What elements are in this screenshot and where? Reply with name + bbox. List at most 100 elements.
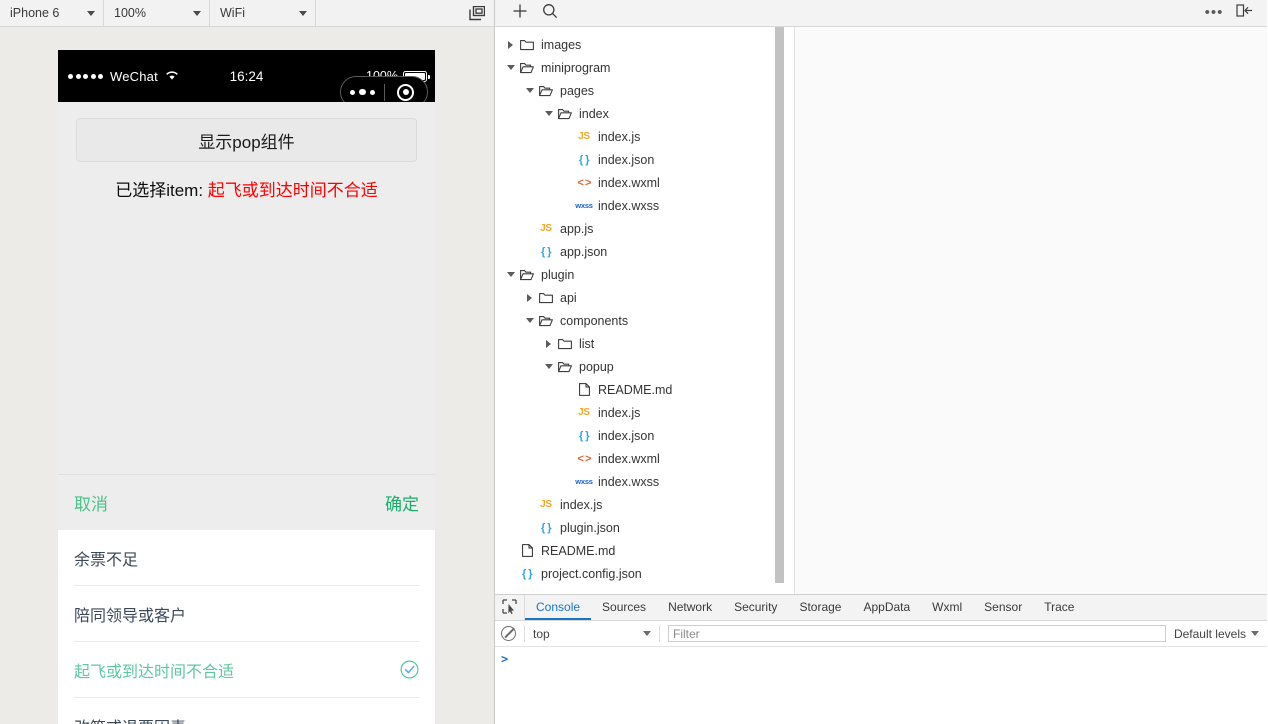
console-tab-security[interactable]: Security bbox=[723, 595, 788, 620]
file-tree-row[interactable]: README.md bbox=[495, 539, 794, 562]
popup-option-item[interactable]: 余票不足 bbox=[74, 530, 419, 586]
search-files-button[interactable] bbox=[535, 0, 565, 26]
file-tree-row[interactable]: { }index.json bbox=[495, 148, 794, 171]
file-tree-row-label: pages bbox=[560, 84, 594, 98]
collapse-panel-button[interactable] bbox=[1229, 0, 1259, 26]
console-output[interactable]: > bbox=[495, 647, 1267, 724]
file-tree-row[interactable]: { }plugin.json bbox=[495, 516, 794, 539]
editor-body: imagesminiprogrampagesindexJSindex.js{ }… bbox=[495, 27, 1267, 594]
console-filter-input[interactable] bbox=[668, 625, 1166, 642]
chevron-down-icon[interactable] bbox=[542, 364, 555, 369]
wifi-icon bbox=[165, 69, 179, 84]
file-tree-row[interactable]: JSindex.js bbox=[495, 401, 794, 424]
file-tree-row[interactable]: wxssindex.wxss bbox=[495, 194, 794, 217]
chevron-down-icon[interactable] bbox=[542, 111, 555, 116]
console-panel: ConsoleSourcesNetworkSecurityStorageAppD… bbox=[495, 594, 1267, 724]
console-tab-sources[interactable]: Sources bbox=[591, 595, 657, 620]
file-tree-row-label: app.js bbox=[560, 222, 593, 236]
folder-icon bbox=[517, 62, 537, 74]
file-tree-row-label: index.json bbox=[598, 153, 654, 167]
file-tree-row[interactable]: JS app.js bbox=[495, 217, 794, 240]
phone-frame: WeChat 16:24 100% bbox=[58, 50, 435, 724]
console-tab-network[interactable]: Network bbox=[657, 595, 723, 620]
file-tree-row[interactable]: { }index.json bbox=[495, 424, 794, 447]
file-tree-row[interactable]: < > index.wxml bbox=[495, 171, 794, 194]
chevron-down-icon[interactable] bbox=[523, 318, 536, 323]
file-tree-row[interactable]: wxssindex.wxss bbox=[495, 470, 794, 493]
popup-confirm-button[interactable]: 确定 bbox=[385, 490, 419, 515]
file-tree-row-label: README.md bbox=[541, 544, 615, 558]
file-tree-scrollbar-thumb[interactable] bbox=[775, 27, 784, 583]
file-tree-row[interactable]: api bbox=[495, 286, 794, 309]
wxml-file-icon: < > bbox=[574, 177, 594, 189]
chevron-right-icon[interactable] bbox=[542, 340, 555, 348]
file-tree-scrollbar-track[interactable] bbox=[779, 27, 789, 594]
popup-option-item[interactable]: 改签或退票因素 bbox=[74, 698, 419, 724]
console-tab-console[interactable]: Console bbox=[525, 595, 591, 620]
more-dots-icon[interactable] bbox=[341, 89, 384, 96]
chevron-down-icon[interactable] bbox=[523, 88, 536, 93]
file-tree-row[interactable]: index bbox=[495, 102, 794, 125]
device-select[interactable]: iPhone 6 bbox=[0, 0, 104, 26]
console-tab-trace[interactable]: Trace bbox=[1033, 595, 1085, 620]
file-tree-row[interactable]: miniprogram bbox=[495, 56, 794, 79]
chevron-down-icon[interactable] bbox=[504, 65, 517, 70]
chevron-right-icon[interactable] bbox=[523, 294, 536, 302]
file-tree-row[interactable]: JSindex.js bbox=[495, 493, 794, 516]
chevron-right-icon[interactable] bbox=[504, 41, 517, 49]
console-levels-select[interactable]: Default levels bbox=[1174, 627, 1259, 641]
file-tree-row[interactable]: < >index.wxml bbox=[495, 447, 794, 470]
file-tree-row[interactable]: README.md bbox=[495, 378, 794, 401]
clear-console-icon[interactable] bbox=[501, 626, 516, 641]
detach-window-button[interactable] bbox=[460, 0, 494, 26]
console-context-select[interactable]: top bbox=[533, 627, 651, 641]
popup-cancel-button[interactable]: 取消 bbox=[74, 490, 108, 515]
console-prompt[interactable]: > bbox=[501, 652, 1267, 666]
chevron-down-icon[interactable] bbox=[504, 272, 517, 277]
popup-option-label: 陪同领导或客户 bbox=[74, 602, 186, 626]
folder-icon bbox=[517, 269, 537, 281]
console-tab-storage[interactable]: Storage bbox=[788, 595, 852, 620]
js-file-icon: JS bbox=[536, 223, 556, 234]
popup-option-item[interactable]: 陪同领导或客户 bbox=[74, 586, 419, 642]
json-file-icon: { } bbox=[517, 568, 537, 580]
check-circle-icon bbox=[400, 660, 419, 679]
console-tab-wxml[interactable]: Wxml bbox=[921, 595, 973, 620]
console-tab-sensor[interactable]: Sensor bbox=[973, 595, 1033, 620]
popup-option-item[interactable]: 起飞或到达时间不合适 bbox=[74, 642, 419, 698]
json-file-icon: { } bbox=[536, 522, 556, 534]
divider bbox=[659, 626, 660, 642]
popup-option-label: 起飞或到达时间不合适 bbox=[74, 658, 234, 682]
file-tree-row-label: index.json bbox=[598, 429, 654, 443]
console-prompt-chevron: > bbox=[501, 652, 508, 666]
inspect-element-button[interactable] bbox=[495, 595, 525, 620]
js-file-icon: JS bbox=[540, 499, 552, 510]
console-tab-appdata[interactable]: AppData bbox=[852, 595, 921, 620]
wxml-file-icon: < > bbox=[578, 453, 591, 465]
file-tree-row[interactable]: { }app.json bbox=[495, 240, 794, 263]
zoom-select[interactable]: 100% bbox=[104, 0, 210, 26]
target-circle-icon[interactable] bbox=[385, 84, 428, 101]
network-select[interactable]: WiFi bbox=[210, 0, 316, 26]
file-tree-row-label: index.wxml bbox=[598, 176, 660, 190]
wxml-file-icon: < > bbox=[574, 453, 594, 465]
add-file-button[interactable] bbox=[505, 0, 535, 26]
simulator-canvas: WeChat 16:24 100% bbox=[0, 27, 494, 724]
file-tree-row[interactable]: { }project.config.json bbox=[495, 562, 794, 585]
detach-window-icon bbox=[469, 6, 485, 21]
file-tree-row[interactable]: components bbox=[495, 309, 794, 332]
file-tree-row[interactable]: list bbox=[495, 332, 794, 355]
file-tree-row[interactable]: pages bbox=[495, 79, 794, 102]
editor-more-button[interactable]: ••• bbox=[1199, 0, 1229, 26]
folder-icon bbox=[536, 292, 556, 304]
file-tree-row-label: list bbox=[579, 337, 594, 351]
folder-icon bbox=[536, 85, 556, 97]
simulator-pane: iPhone 6 100% WiFi bbox=[0, 0, 495, 724]
file-tree-row[interactable]: JSindex.js bbox=[495, 125, 794, 148]
file-tree-row[interactable]: popup bbox=[495, 355, 794, 378]
show-popup-button[interactable]: 显示pop组件 bbox=[76, 118, 417, 162]
file-tree-row[interactable]: plugin bbox=[495, 263, 794, 286]
folder-icon bbox=[555, 108, 575, 120]
file-tree-row[interactable]: images bbox=[495, 33, 794, 56]
code-editor-pane[interactable] bbox=[795, 27, 1267, 594]
